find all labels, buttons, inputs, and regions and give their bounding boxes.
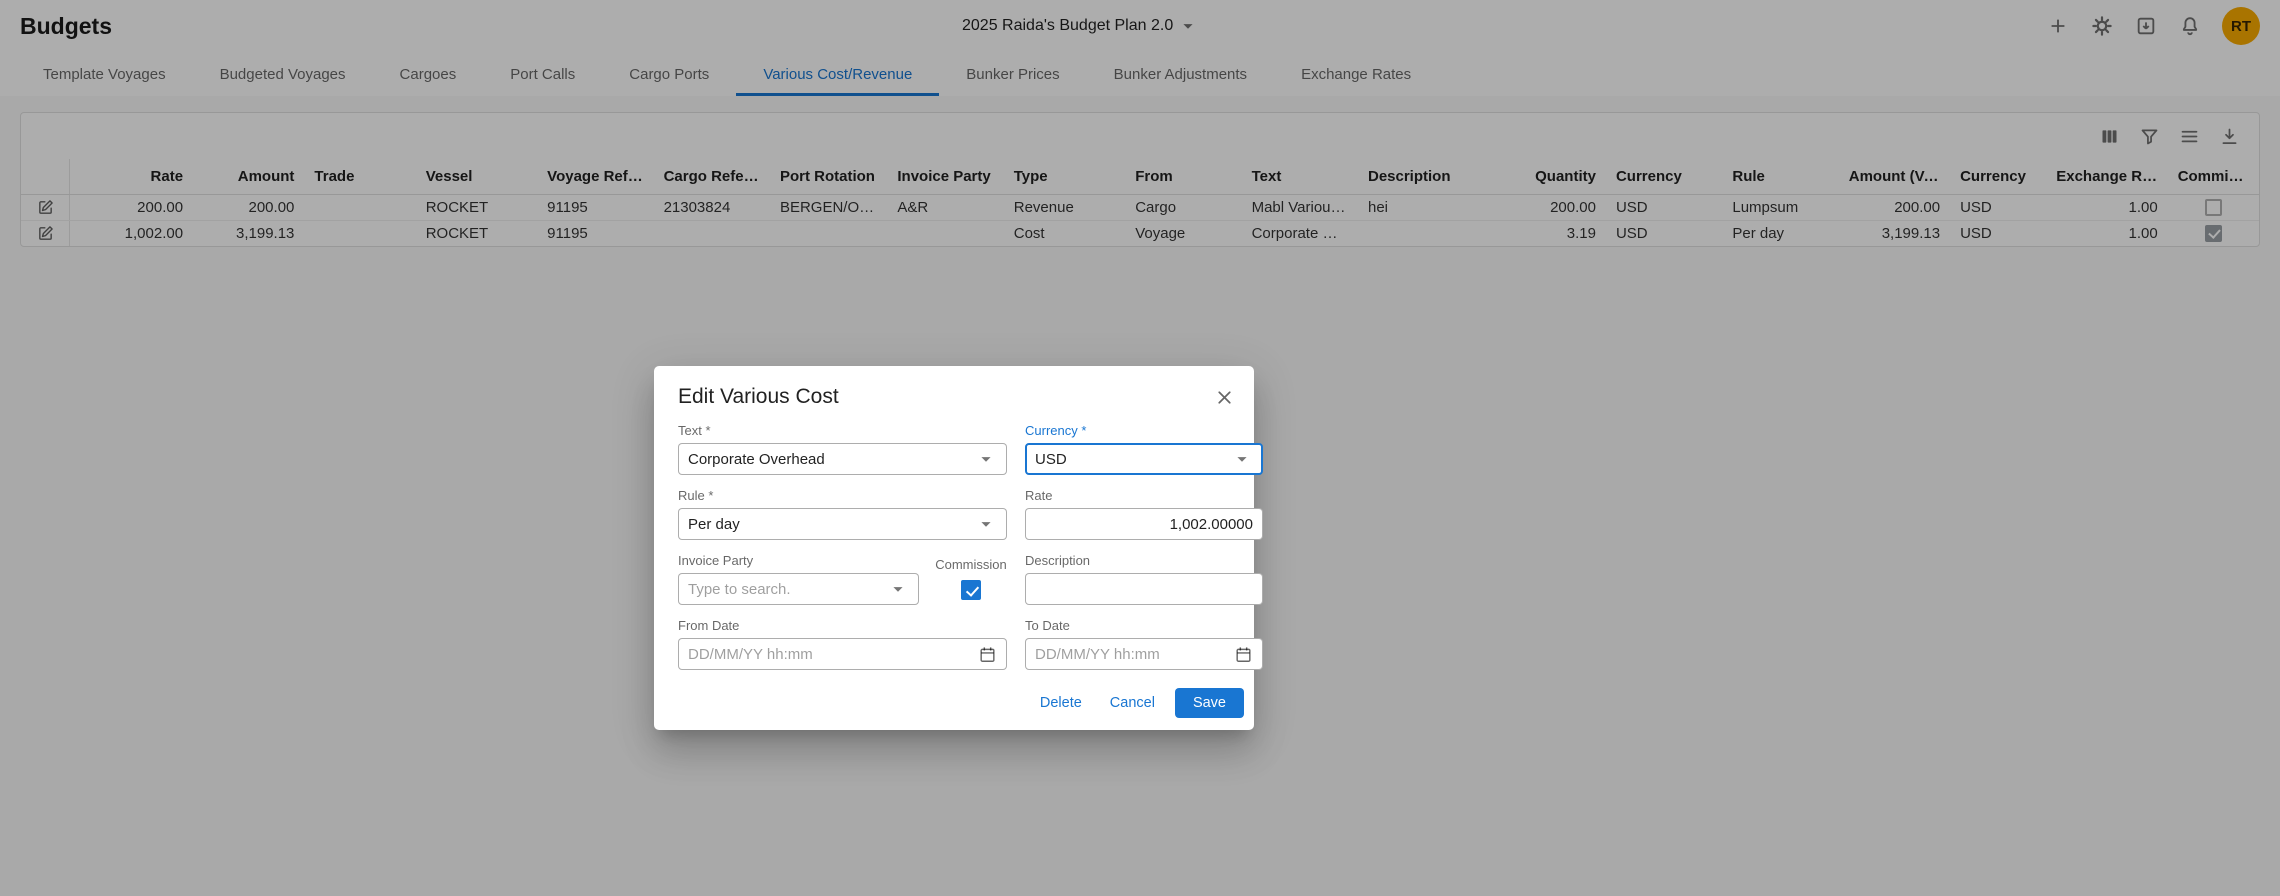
- text-select[interactable]: Corporate Overhead: [678, 443, 1007, 475]
- edit-various-cost-dialog: Edit Various Cost Text * Corporate Overh…: [654, 366, 1254, 730]
- calendar-icon[interactable]: [978, 645, 997, 664]
- rule-select[interactable]: Per day: [678, 508, 1007, 540]
- to-date-label: To Date: [1025, 618, 1263, 633]
- text-field: Text * Corporate Overhead: [678, 423, 1007, 475]
- currency-field: Currency * USD: [1025, 423, 1263, 475]
- text-field-label: Text *: [678, 423, 1007, 438]
- currency-field-label: Currency *: [1025, 423, 1263, 438]
- calendar-icon[interactable]: [1234, 645, 1253, 664]
- dialog-body: Text * Corporate Overhead Currency * USD: [654, 419, 1254, 670]
- dialog-header: Edit Various Cost: [654, 366, 1254, 419]
- rate-field: Rate: [1025, 488, 1263, 540]
- currency-select-value: USD: [1035, 451, 1231, 468]
- invoice-party-input[interactable]: [688, 581, 887, 598]
- from-date-control: [678, 638, 1007, 670]
- invoice-commission-row: Invoice Party Commission: [678, 553, 1007, 605]
- from-date-input[interactable]: [688, 646, 978, 663]
- save-button[interactable]: Save: [1175, 688, 1244, 718]
- description-input[interactable]: [1035, 581, 1253, 598]
- rule-select-value: Per day: [688, 516, 975, 533]
- delete-button[interactable]: Delete: [1032, 689, 1090, 717]
- to-date-input[interactable]: [1035, 646, 1234, 663]
- rule-field-label: Rule *: [678, 488, 1007, 503]
- chevron-down-icon: [887, 578, 909, 600]
- cancel-button[interactable]: Cancel: [1102, 689, 1163, 717]
- to-date-control: [1025, 638, 1263, 670]
- chevron-down-icon: [975, 513, 997, 535]
- from-date-field: From Date: [678, 618, 1007, 670]
- to-date-field: To Date: [1025, 618, 1263, 670]
- description-label: Description: [1025, 553, 1263, 568]
- description-field: Description: [1025, 553, 1263, 605]
- currency-select[interactable]: USD: [1025, 443, 1263, 475]
- description-control: [1025, 573, 1263, 605]
- rate-input[interactable]: [1035, 516, 1253, 533]
- commission-field: Commission: [935, 557, 1007, 605]
- dialog-commission-checkbox[interactable]: [961, 580, 981, 600]
- commission-label: Commission: [935, 557, 1007, 572]
- dialog-actions: Delete Cancel Save: [654, 670, 1254, 730]
- rate-control: [1025, 508, 1263, 540]
- invoice-party-field: Invoice Party: [678, 553, 919, 605]
- from-date-label: From Date: [678, 618, 1007, 633]
- dialog-title: Edit Various Cost: [678, 385, 839, 409]
- close-icon[interactable]: [1210, 383, 1238, 411]
- invoice-party-label: Invoice Party: [678, 553, 919, 568]
- rule-field: Rule * Per day: [678, 488, 1007, 540]
- chevron-down-icon: [975, 448, 997, 470]
- rate-field-label: Rate: [1025, 488, 1263, 503]
- invoice-party-combobox[interactable]: [678, 573, 919, 605]
- text-select-value: Corporate Overhead: [688, 451, 975, 468]
- chevron-down-icon: [1231, 448, 1253, 470]
